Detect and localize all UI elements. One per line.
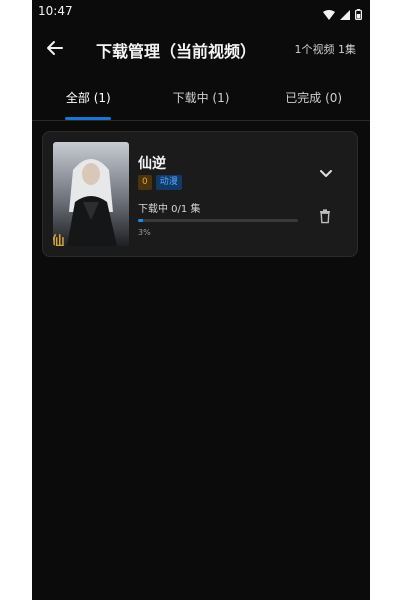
download-status: 下载中 0/1 集 bbox=[138, 204, 201, 215]
tab-label: 下载中 (1) bbox=[172, 91, 230, 105]
delete-button[interactable] bbox=[317, 208, 333, 224]
episode-count-badge: 0 bbox=[138, 175, 152, 190]
download-item-card[interactable]: 仙逆 仙逆 0 动漫 下载中 0/1 集 3% bbox=[42, 131, 358, 257]
signal-icon bbox=[340, 5, 350, 24]
progress-bar-fill bbox=[138, 219, 143, 222]
show-title: 仙逆 bbox=[138, 156, 166, 172]
app-screen: 10:47 下载管理（当前视频） 1个视频 1集 全部 (1) 下载中 (1) … bbox=[32, 0, 370, 600]
app-bar: 下载管理（当前视频） 1个视频 1集 bbox=[32, 30, 370, 66]
status-icons bbox=[323, 5, 363, 24]
tab-completed[interactable]: 已完成 (0) bbox=[257, 80, 370, 120]
poster-title-art: 仙逆 bbox=[53, 233, 64, 246]
wifi-icon bbox=[323, 5, 335, 24]
page-title: 下载管理（当前视频） bbox=[96, 42, 257, 61]
battery-icon bbox=[355, 5, 363, 24]
status-bar: 10:47 bbox=[32, 0, 370, 24]
active-tab-indicator bbox=[65, 117, 112, 120]
tab-all[interactable]: 全部 (1) bbox=[32, 80, 145, 120]
poster-thumbnail: 仙逆 bbox=[53, 142, 129, 246]
tab-label: 已完成 (0) bbox=[285, 91, 343, 105]
trash-icon bbox=[320, 209, 330, 224]
arrow-back-icon bbox=[47, 41, 63, 55]
back-button[interactable] bbox=[44, 37, 66, 59]
genre-badge: 动漫 bbox=[155, 175, 182, 190]
progress-percent: 3% bbox=[138, 228, 151, 237]
tab-label: 全部 (1) bbox=[65, 91, 111, 105]
tab-downloading[interactable]: 下载中 (1) bbox=[145, 80, 258, 120]
progress-bar bbox=[138, 219, 298, 222]
filter-tabs: 全部 (1) 下载中 (1) 已完成 (0) bbox=[32, 80, 370, 121]
video-count: 1个视频 1集 bbox=[294, 43, 357, 56]
expand-button[interactable] bbox=[317, 164, 335, 182]
tag-row: 0 动漫 bbox=[138, 175, 182, 190]
status-time: 10:47 bbox=[38, 4, 73, 18]
chevron-down-icon bbox=[320, 170, 332, 177]
